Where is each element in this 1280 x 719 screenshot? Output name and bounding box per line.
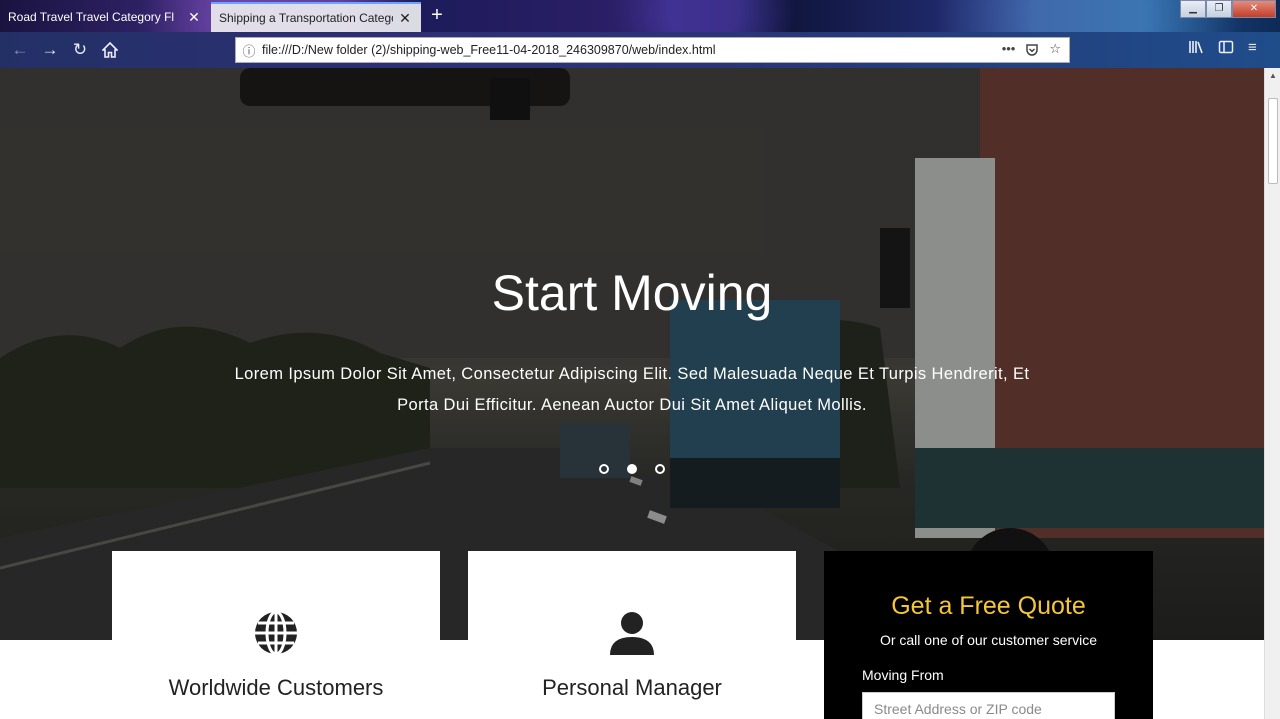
hero-title: Start Moving	[491, 265, 773, 321]
info-icon[interactable]: ⓘ	[236, 41, 262, 60]
feature-title: Worldwide Customers	[168, 675, 384, 700]
back-icon[interactable]: ←	[8, 38, 32, 62]
hero-text: Lorem Ipsum Dolor Sit Amet, Consectetur …	[234, 365, 1030, 414]
quote-subtitle: Or call one of our customer service	[879, 632, 1098, 648]
slider-dots	[0, 464, 1264, 474]
slider-dot-2[interactable]	[627, 464, 637, 474]
user-icon	[610, 612, 654, 655]
page-actions-icon[interactable]: •••	[1002, 41, 1016, 60]
browser-nav-bar: ← → ↻ ⓘ file:///D:/New folder (2)/shippi…	[0, 32, 1280, 68]
menu-icon[interactable]: ≡	[1248, 39, 1257, 59]
page-scrollbar[interactable]: ▲	[1264, 68, 1280, 719]
quote-title: Get a Free Quote	[891, 592, 1086, 620]
minimize-icon[interactable]: ▁	[1180, 0, 1206, 18]
new-tab-button[interactable]: +	[426, 4, 448, 26]
library-icon[interactable]	[1188, 39, 1204, 59]
window-controls: ▁ ❐ ✕	[1180, 0, 1276, 18]
globe-icon	[255, 610, 297, 656]
reload-icon[interactable]: ↻	[68, 38, 92, 62]
feature-card-personal-manager: Personal Manager	[468, 551, 796, 719]
tab-road-travel[interactable]: Road Travel Travel Category Fl ✕	[0, 2, 210, 32]
feature-title: Personal Manager	[542, 675, 722, 700]
home-icon[interactable]	[98, 38, 122, 62]
tab-shipping[interactable]: Shipping a Transportation Category ✕	[211, 2, 421, 32]
page-viewport: Start Moving Lorem Ipsum Dolor Sit Amet,…	[0, 68, 1264, 719]
slider-dot-3[interactable]	[655, 464, 665, 474]
browser-tab-bar: Road Travel Travel Category Fl ✕ Shippin…	[0, 0, 1280, 32]
restore-icon[interactable]: ❐	[1206, 0, 1232, 18]
sidebar-icon[interactable]	[1218, 39, 1234, 59]
free-quote-panel: Get a Free Quote Or call one of our cust…	[824, 551, 1153, 719]
scroll-thumb[interactable]	[1268, 98, 1278, 184]
pocket-icon[interactable]	[1025, 41, 1039, 60]
url-text[interactable]: file:///D:/New folder (2)/shipping-web_F…	[262, 43, 1002, 57]
close-icon[interactable]: ✕	[186, 9, 202, 25]
tab-label: Road Travel Travel Category Fl	[8, 10, 175, 24]
close-icon[interactable]: ✕	[397, 10, 413, 26]
moving-from-label: Moving From	[862, 667, 944, 683]
tab-label: Shipping a Transportation Category	[219, 11, 393, 25]
address-bar[interactable]: ⓘ file:///D:/New folder (2)/shipping-web…	[235, 37, 1070, 63]
slider-dot-1[interactable]	[599, 464, 609, 474]
window-close-icon[interactable]: ✕	[1232, 0, 1276, 18]
moving-from-input[interactable]	[862, 692, 1115, 719]
scroll-up-icon[interactable]: ▲	[1265, 68, 1280, 84]
bookmark-star-icon[interactable]: ☆	[1049, 41, 1061, 60]
feature-card-worldwide: Worldwide Customers	[112, 551, 440, 719]
forward-icon[interactable]: →	[38, 38, 62, 62]
